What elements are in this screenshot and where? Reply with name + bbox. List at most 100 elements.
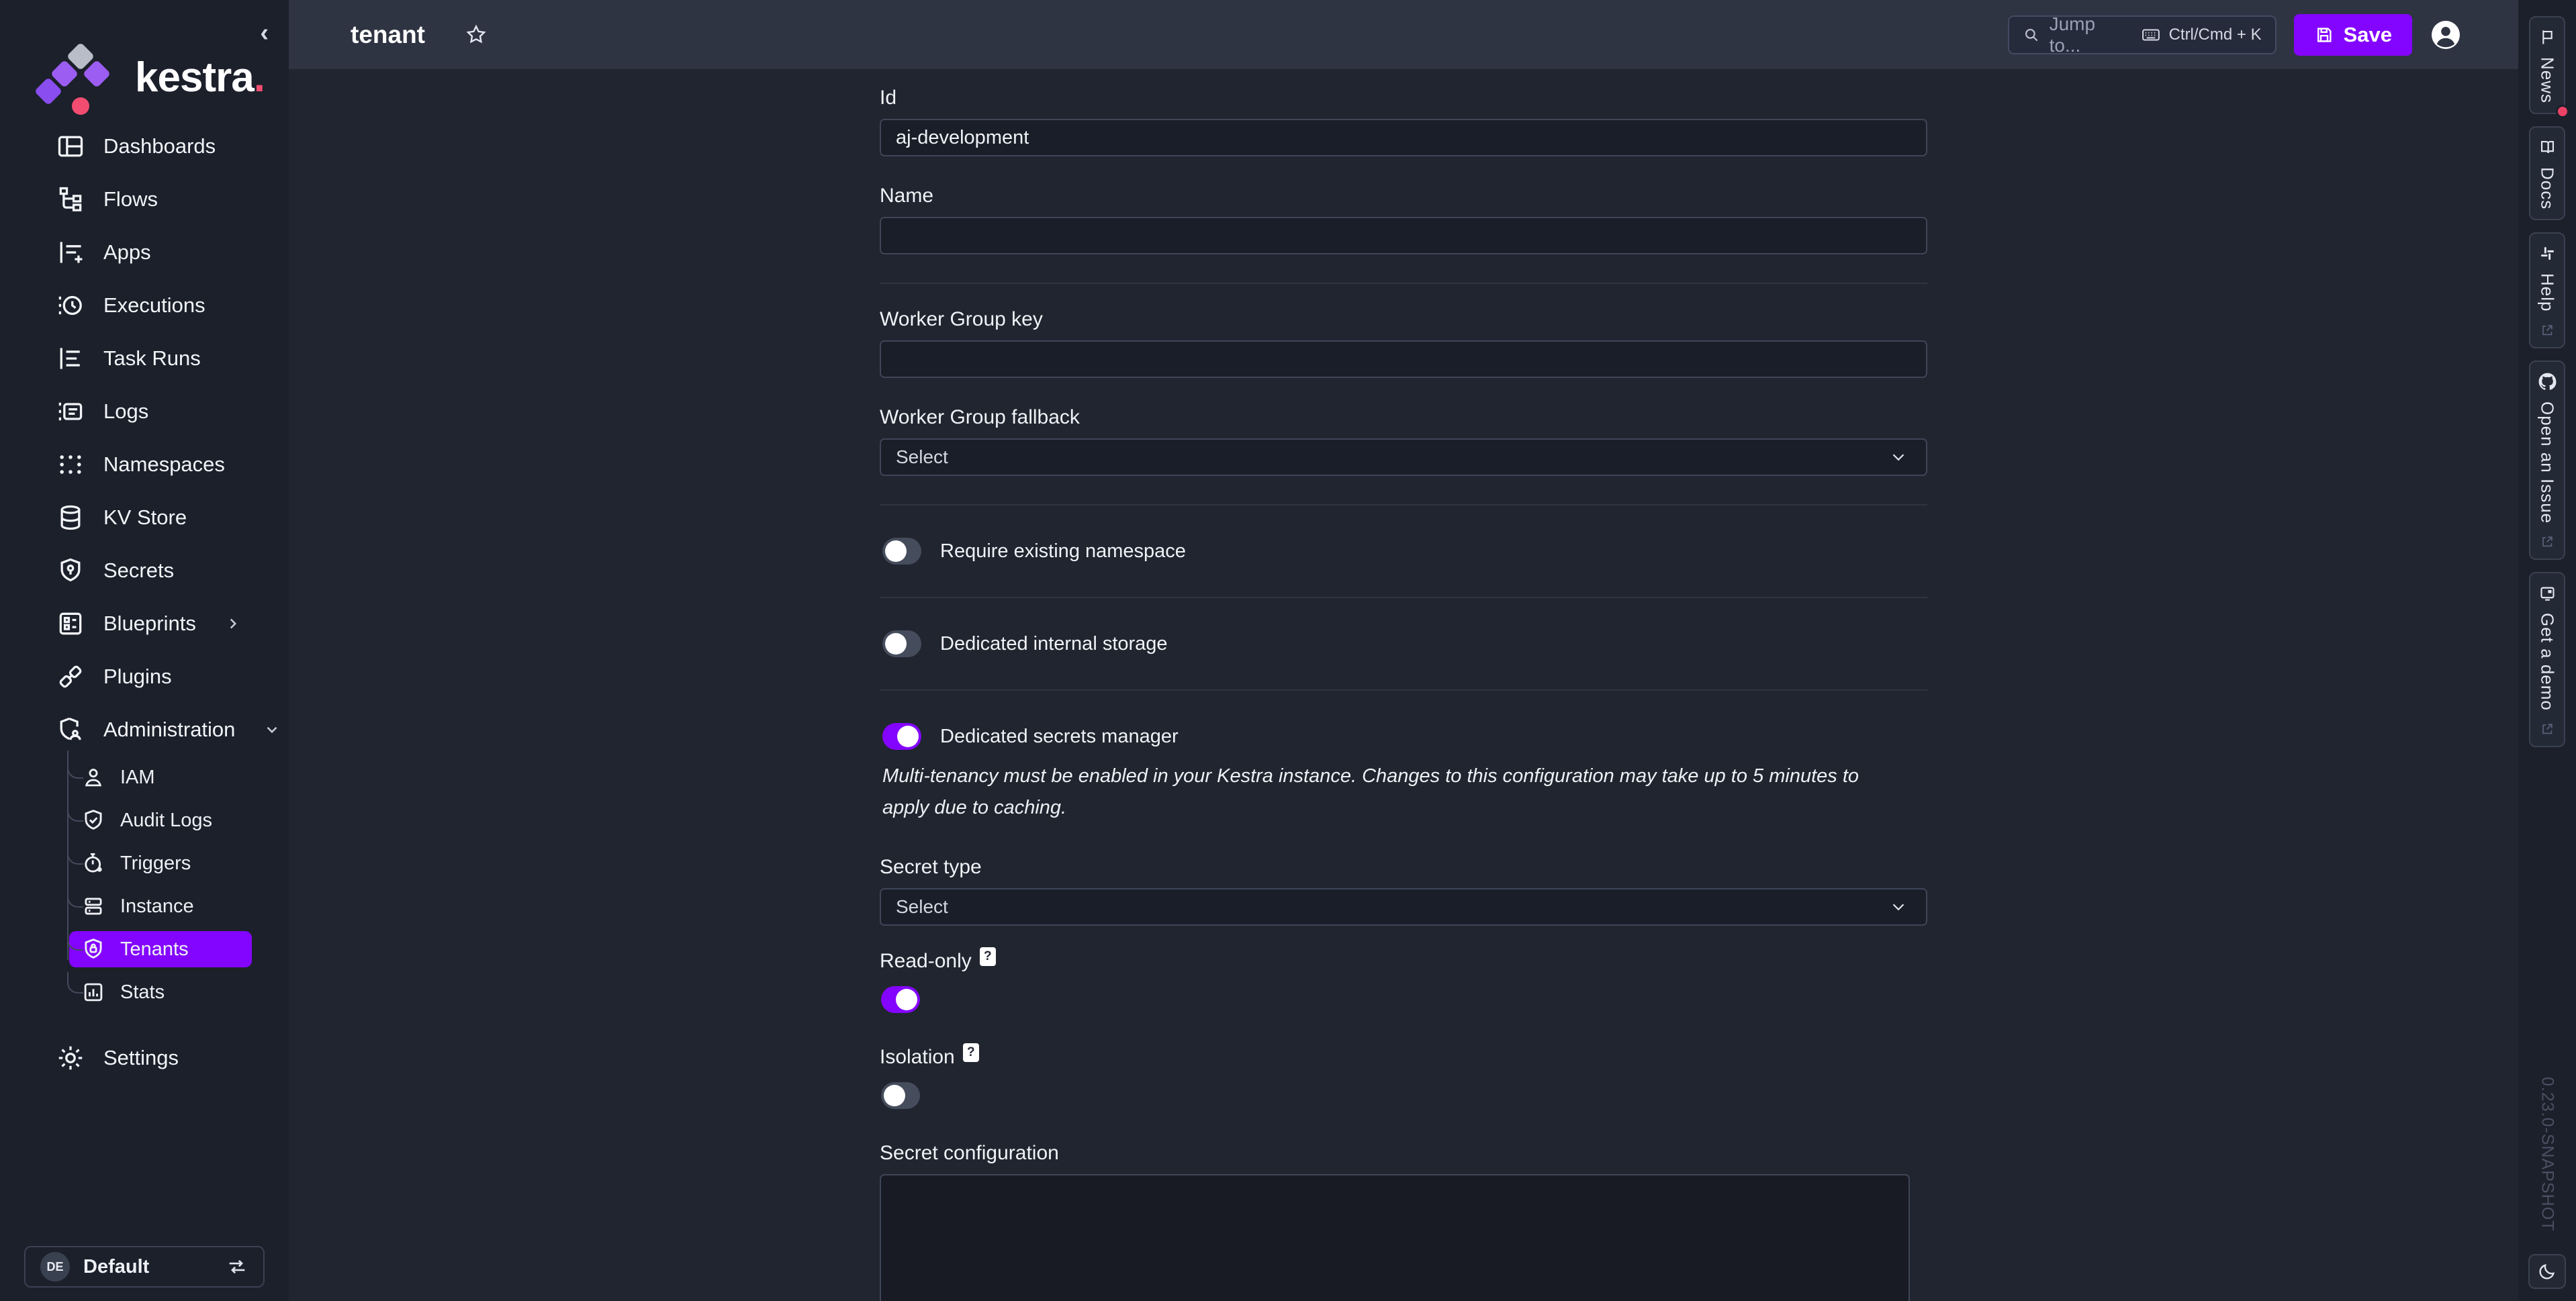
slack-icon — [2538, 244, 2557, 262]
sidebar-item-secrets[interactable]: Secrets — [0, 544, 289, 597]
section-divider — [880, 597, 1927, 598]
book-icon — [2538, 138, 2557, 156]
sidebar-item-label: Secrets — [103, 559, 174, 583]
section-divider — [880, 504, 1927, 505]
help-icon[interactable]: ? — [980, 947, 996, 966]
worker-group-fallback-label: Worker Group fallback — [880, 406, 1927, 429]
blueprints-icon — [55, 608, 86, 639]
page-title: tenant — [351, 21, 425, 49]
dedicated-secrets-manager-toggle[interactable] — [882, 723, 921, 750]
settings-gear-icon — [55, 1043, 86, 1073]
administration-icon — [55, 714, 86, 745]
toggle-label: Dedicated internal storage — [940, 633, 1168, 655]
sidebar-item-settings[interactable]: Settings — [0, 1031, 289, 1084]
external-link-icon — [2540, 323, 2555, 338]
secrets-icon — [55, 555, 86, 586]
search-shortcut-group: Ctrl/Cmd + K — [2141, 25, 2262, 45]
sidebar-item-tenants[interactable]: Tenants — [0, 928, 289, 971]
sidebar-menu: Dashboards Flows Apps Executions Task Ru… — [0, 119, 289, 1246]
sidebar-item-triggers[interactable]: Triggers — [0, 842, 289, 885]
sidebar-item-label: Dashboards — [103, 134, 216, 158]
topbar: tenant Jump to... Ctrl/Cmd + K Save — [289, 0, 2518, 69]
dedicated-internal-storage-toggle[interactable] — [882, 630, 921, 657]
flag-icon — [2538, 28, 2557, 46]
id-input[interactable] — [880, 119, 1927, 156]
help-icon[interactable]: ? — [963, 1043, 979, 1062]
isolation-toggle[interactable] — [881, 1082, 920, 1109]
dedicated-internal-storage-row: Dedicated internal storage — [880, 622, 1927, 689]
tenant-avatar: DE — [40, 1252, 70, 1282]
news-button[interactable]: News — [2529, 16, 2565, 114]
require-existing-namespace-row: Require existing namespace — [880, 530, 1927, 597]
theme-toggle-button[interactable] — [2528, 1254, 2566, 1289]
sidebar-item-label: Logs — [103, 399, 148, 424]
right-rail: News Docs Help Open an Issue Get a demo … — [2518, 0, 2576, 1301]
flows-icon — [55, 184, 86, 215]
sidebar-item-task-runs[interactable]: Task Runs — [0, 332, 289, 385]
save-button[interactable]: Save — [2294, 14, 2412, 56]
tenant-switcher[interactable]: DE Default — [24, 1246, 265, 1288]
dedicated-secrets-manager-row: Dedicated secrets manager — [880, 715, 1927, 757]
sidebar-item-label: Tenants — [120, 938, 189, 961]
multi-tenancy-notice: Multi-tenancy must be enabled in your Ke… — [882, 761, 1910, 824]
sidebar-item-logs[interactable]: Logs — [0, 385, 289, 438]
name-input[interactable] — [880, 217, 1927, 254]
secret-configuration-editor[interactable] — [880, 1174, 1910, 1301]
favorite-star-icon[interactable] — [464, 23, 488, 47]
triggers-icon — [80, 850, 107, 877]
stats-icon — [80, 979, 107, 1006]
require-existing-namespace-toggle[interactable] — [882, 538, 921, 565]
sidebar-item-dashboards[interactable]: Dashboards — [0, 119, 289, 173]
sidebar-item-label: Namespaces — [103, 452, 225, 477]
sidebar-item-label: Apps — [103, 240, 151, 264]
help-button[interactable]: Help — [2529, 232, 2565, 348]
kestra-logo-text: kestra. — [135, 54, 265, 101]
sidebar-item-administration[interactable]: Administration — [0, 703, 289, 756]
account-avatar-icon[interactable] — [2430, 19, 2462, 51]
id-label: Id — [880, 87, 1927, 109]
rail-button-label: Get a demo — [2537, 613, 2558, 711]
sidebar-item-label: Administration — [103, 718, 235, 742]
worker-group-fallback-select[interactable]: Select — [880, 438, 1927, 476]
kestra-logo[interactable]: kestra. — [37, 37, 265, 117]
sidebar-item-label: Blueprints — [103, 612, 196, 636]
sidebar-item-instance[interactable]: Instance — [0, 885, 289, 928]
sidebar-item-blueprints[interactable]: Blueprints — [0, 597, 289, 650]
sidebar-item-namespaces[interactable]: Namespaces — [0, 438, 289, 491]
worker-group-key-input[interactable] — [880, 340, 1927, 378]
instance-icon — [80, 893, 107, 920]
sidebar-item-label: Instance — [120, 896, 194, 918]
sidebar-item-flows[interactable]: Flows — [0, 173, 289, 226]
namespaces-icon — [55, 449, 86, 480]
tenant-form: Id Name Worker Group key Worker Group fa… — [880, 69, 1927, 1301]
sidebar-item-plugins[interactable]: Plugins — [0, 650, 289, 703]
chevron-down-icon — [1888, 447, 1908, 467]
sidebar-item-iam[interactable]: IAM — [0, 756, 289, 799]
audit-logs-icon — [80, 807, 107, 834]
jump-to-search[interactable]: Jump to... Ctrl/Cmd + K — [2008, 15, 2276, 54]
chevron-down-icon — [1888, 897, 1908, 917]
secret-type-select[interactable]: Select — [880, 888, 1927, 926]
sidebar-item-apps[interactable]: Apps — [0, 226, 289, 279]
sidebar-item-stats[interactable]: Stats — [0, 971, 289, 1014]
executions-icon — [55, 290, 86, 321]
read-only-label-row: Read-only ? — [880, 950, 1927, 973]
get-a-demo-button[interactable]: Get a demo — [2529, 572, 2565, 747]
secret-type-label: Secret type — [880, 856, 1927, 879]
read-only-toggle[interactable] — [881, 986, 920, 1013]
tenant-name: Default — [83, 1256, 149, 1278]
sidebar-collapse-icon[interactable]: ‹ — [260, 20, 269, 46]
sidebar-item-executions[interactable]: Executions — [0, 279, 289, 332]
kestra-logo-icon — [37, 37, 118, 117]
sidebar: kestra. ‹ Dashboards Flows Apps E — [0, 0, 289, 1301]
sidebar-item-label: Plugins — [103, 665, 172, 689]
search-icon — [2023, 26, 2040, 44]
main-area: tenant Jump to... Ctrl/Cmd + K Save — [289, 0, 2518, 1301]
open-an-issue-button[interactable]: Open an Issue — [2529, 360, 2565, 560]
save-icon — [2314, 25, 2334, 45]
sidebar-item-kv-store[interactable]: KV Store — [0, 491, 289, 544]
docs-button[interactable]: Docs — [2529, 126, 2565, 220]
sidebar-item-audit-logs[interactable]: Audit Logs — [0, 799, 289, 842]
rail-button-label: Open an Issue — [2537, 401, 2558, 524]
sidebar-item-label: Audit Logs — [120, 810, 212, 832]
